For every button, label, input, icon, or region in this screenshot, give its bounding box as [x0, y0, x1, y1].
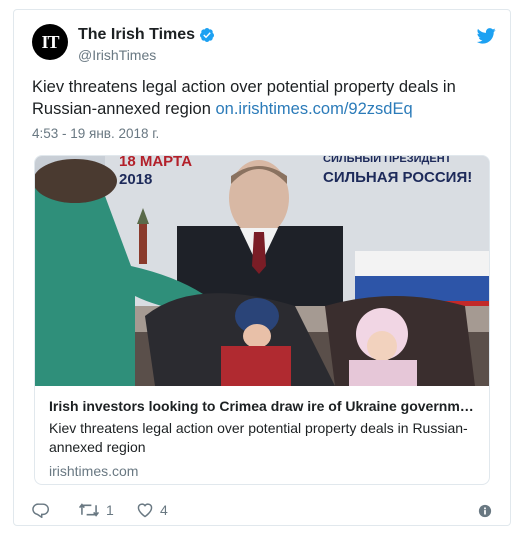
- billboard-date-2: 2018: [119, 171, 152, 188]
- info-icon[interactable]: [478, 504, 492, 518]
- account-info[interactable]: The Irish Times @IrishTimes: [78, 26, 215, 63]
- like-button[interactable]: 4: [136, 502, 168, 518]
- embedded-tweet: IT The Irish Times @IrishTimes Kiev thre…: [13, 9, 511, 526]
- retweet-count: 1: [106, 502, 114, 518]
- card-body: Irish investors looking to Crimea draw i…: [35, 386, 489, 484]
- card-description: Kiev threatens legal action over potenti…: [49, 420, 468, 455]
- display-name[interactable]: The Irish Times: [78, 26, 195, 44]
- card-image: 18 МАРТА 2018 СИЛЬНЫЙ ПРЕЗИДЕНТ СИЛЬНАЯ …: [35, 156, 489, 386]
- handle[interactable]: @IrishTimes: [78, 47, 215, 63]
- tweet-text: Kiev threatens legal action over potenti…: [32, 76, 492, 120]
- like-count: 4: [160, 502, 168, 518]
- verified-badge-icon: [200, 28, 215, 42]
- avatar[interactable]: IT: [32, 24, 68, 60]
- heart-icon: [137, 503, 153, 518]
- tweet-link[interactable]: on.irishtimes.com/92zsdEq: [215, 100, 412, 118]
- card-domain: irishtimes.com: [49, 463, 139, 479]
- reply-icon: [32, 503, 49, 518]
- timestamp[interactable]: 4:53 - 19 янв. 2018 г.: [32, 126, 159, 141]
- twitter-bird-icon[interactable]: [477, 28, 496, 44]
- tweet-actions: 1 4: [32, 502, 492, 522]
- billboard-slogan-1: СИЛЬНЫЙ ПРЕЗИДЕНТ: [323, 156, 452, 165]
- reply-button[interactable]: [32, 502, 56, 518]
- billboard-date-1: 18 МАРТА: [119, 156, 192, 170]
- link-card[interactable]: 18 МАРТА 2018 СИЛЬНЫЙ ПРЕЗИДЕНТ СИЛЬНАЯ …: [34, 155, 490, 485]
- card-title[interactable]: Irish investors looking to Crimea draw i…: [49, 398, 477, 414]
- retweet-icon: [78, 503, 100, 517]
- retweet-button[interactable]: 1: [78, 502, 114, 518]
- billboard-slogan-2: СИЛЬНАЯ РОССИЯ!: [323, 169, 472, 186]
